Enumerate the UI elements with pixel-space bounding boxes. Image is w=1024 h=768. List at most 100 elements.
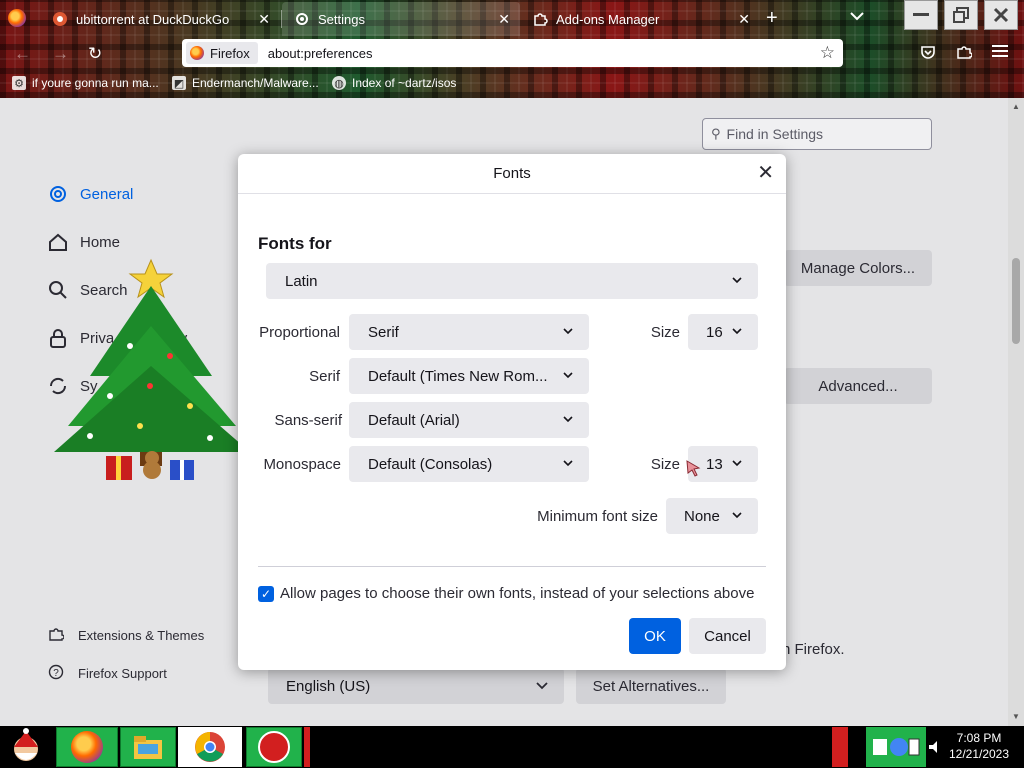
extensions-themes-link[interactable]: Extensions & Themes [48, 626, 204, 645]
chevron-down-icon [732, 277, 742, 284]
tray-flag[interactable] [832, 727, 848, 767]
taskbar-file-explorer[interactable] [120, 727, 176, 767]
cancel-button[interactable]: Cancel [689, 618, 766, 654]
allow-pages-fonts-row[interactable]: ✓ Allow pages to choose their own fonts,… [258, 585, 754, 602]
chevron-down-icon [563, 460, 573, 467]
extensions-icon[interactable] [956, 44, 973, 64]
home-icon [46, 230, 70, 254]
fonts-for-heading: Fonts for [258, 234, 332, 253]
firefox-icon [71, 731, 103, 763]
list-tabs-chevron-icon[interactable] [850, 8, 864, 24]
scroll-thumb[interactable] [1012, 258, 1020, 344]
button-label: Cancel [704, 627, 751, 645]
scroll-up-arrow-icon[interactable]: ▲ [1012, 102, 1020, 111]
select-value: Default (Times New Rom... [368, 367, 548, 385]
manage-colors-button[interactable]: Manage Colors... [784, 250, 932, 286]
pocket-icon[interactable] [920, 44, 936, 64]
select-value: Serif [368, 323, 399, 341]
puzzle-icon [532, 11, 548, 27]
close-icon[interactable]: ✕ [757, 163, 774, 183]
sans-serif-label: Sans-serif [274, 412, 342, 429]
restore-button[interactable] [944, 0, 978, 30]
sans-serif-select[interactable]: Default (Arial) [349, 402, 589, 438]
browser-chrome: ubittorrent at DuckDuckGo ✕ Settings ✕ A… [0, 0, 1024, 98]
tab-addons[interactable]: Add-ons Manager ✕ [520, 2, 760, 36]
allow-pages-label: Allow pages to choose their own fonts, i… [280, 585, 755, 602]
taskbar-firefox[interactable] [56, 727, 118, 767]
reload-icon[interactable]: ↻ [88, 44, 102, 64]
tab-duckduckgo[interactable]: ubittorrent at DuckDuckGo ✕ [40, 2, 280, 36]
proportional-select[interactable]: Serif [349, 314, 589, 350]
monospace-select[interactable]: Default (Consolas) [349, 446, 589, 482]
bookmark-star-icon[interactable]: ☆ [820, 43, 835, 63]
bookmark-item[interactable]: ◩ Endermanch/Malware... [172, 76, 319, 90]
bookmark-icon: ⚙ [12, 76, 26, 90]
language-select[interactable]: English (US) [268, 668, 564, 704]
firefox-support-link[interactable]: ? Firefox Support [48, 664, 167, 683]
find-in-settings-input[interactable]: ⚲ Find in Settings [702, 118, 932, 150]
back-arrow-icon[interactable]: ← [14, 44, 31, 64]
find-placeholder: Find in Settings [726, 126, 824, 142]
monospace-label: Monospace [263, 456, 341, 473]
navigation-toolbar: ← → ↻ Firefox about:preferences ☆ [0, 38, 1024, 70]
close-tab-icon[interactable]: ✕ [498, 11, 510, 28]
app-icon [258, 731, 290, 763]
search-icon: ⚲ [711, 126, 721, 141]
url-bar[interactable]: Firefox about:preferences ☆ [182, 39, 843, 67]
minimum-font-size-label: Minimum font size [537, 508, 658, 525]
close-tab-icon[interactable]: ✕ [258, 11, 270, 28]
ok-button[interactable]: OK [629, 618, 681, 654]
proportional-label: Proportional [259, 324, 340, 341]
help-icon: ? [48, 664, 66, 683]
chevron-down-icon [732, 512, 742, 519]
chevron-down-icon [563, 372, 573, 379]
tab-bar: ubittorrent at DuckDuckGo ✕ Settings ✕ A… [0, 0, 1024, 38]
christmas-tree-icon [54, 258, 250, 480]
bookmarks-toolbar: ⚙ if youre gonna run ma... ◩ Endermanch/… [0, 70, 1024, 98]
category-home[interactable]: Home [46, 230, 120, 254]
close-window-button[interactable] [984, 0, 1018, 30]
volume-icon[interactable] [926, 727, 944, 767]
hamburger-menu-icon[interactable] [992, 44, 1008, 62]
system-tray[interactable] [866, 727, 926, 767]
category-general[interactable]: General [46, 182, 133, 206]
button-label: Manage Colors... [800, 259, 916, 277]
page-scrollbar[interactable]: ▲ ▼ [1008, 98, 1024, 726]
start-button[interactable] [2, 727, 50, 767]
clock-date: 12/21/2023 [948, 747, 1010, 761]
allow-pages-checkbox[interactable]: ✓ [258, 585, 274, 602]
tab-settings[interactable]: Settings ✕ [282, 2, 520, 36]
forward-arrow-icon[interactable]: → [52, 44, 69, 64]
gear-icon [294, 11, 310, 27]
category-label: General [80, 185, 134, 203]
serif-select[interactable]: Default (Times New Rom... [349, 358, 589, 394]
puzzle-icon [48, 626, 66, 645]
taskbar-chrome[interactable] [178, 727, 242, 767]
url-text[interactable]: about:preferences [268, 46, 373, 61]
set-alternatives-button[interactable]: Set Alternatives... [576, 668, 726, 704]
size-label: Size [650, 324, 680, 341]
minimize-button[interactable] [904, 0, 938, 30]
close-tab-icon[interactable]: ✕ [738, 11, 750, 28]
chevron-down-icon [536, 682, 548, 690]
category-label: Home [80, 233, 121, 251]
scroll-down-arrow-icon[interactable]: ▼ [1012, 712, 1020, 721]
button-label: Advanced... [818, 377, 898, 395]
advanced-button[interactable]: Advanced... [784, 368, 932, 404]
bookmark-item[interactable]: ⚙ if youre gonna run ma... [12, 76, 159, 90]
identity-box[interactable]: Firefox [186, 42, 258, 64]
firefox-menu-icon[interactable] [8, 9, 26, 27]
gear-icon [46, 182, 70, 206]
bookmark-label: Endermanch/Malware... [192, 76, 319, 90]
new-tab-button[interactable]: + [766, 8, 778, 28]
bookmark-item[interactable]: ◍ Index of ~dartz/isos [332, 76, 456, 90]
taskbar-app-red[interactable] [246, 727, 302, 767]
globe-icon: ◍ [332, 76, 346, 90]
fonts-for-select[interactable]: Latin [266, 263, 758, 299]
proportional-size-select[interactable]: 16 [688, 314, 758, 350]
select-value: 13 [706, 455, 723, 473]
clock[interactable]: 7:08 PM 12/21/2023 [946, 730, 1012, 762]
chevron-down-icon [563, 416, 573, 423]
minimum-font-size-select[interactable]: None [666, 498, 758, 534]
fonts-dialog: Fonts ✕ Fonts for Latin Proportional Ser… [238, 154, 786, 670]
